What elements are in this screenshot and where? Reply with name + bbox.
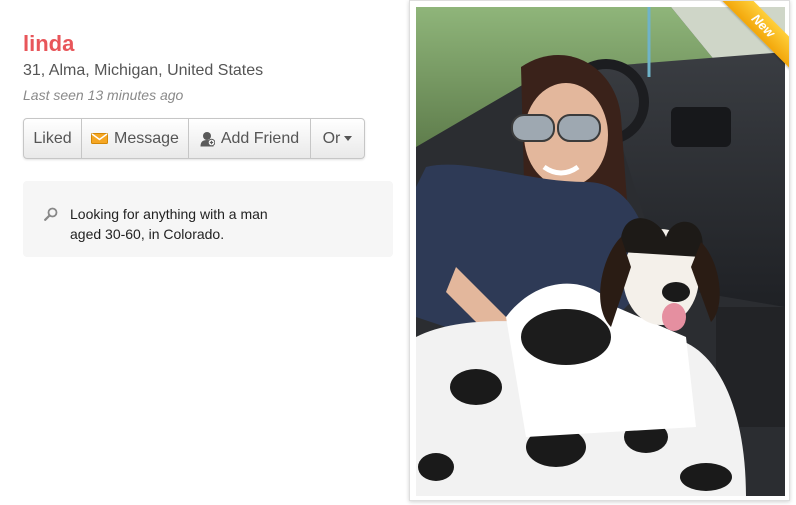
profile-page: linda 31, Alma, Michigan, United States … [0, 0, 796, 505]
profile-name[interactable]: linda [23, 31, 74, 57]
or-button-label: Or [322, 129, 341, 147]
profile-photo[interactable] [416, 7, 785, 496]
looking-for-text: Looking for anything with a man aged 30-… [70, 206, 268, 242]
new-badge: New [719, 1, 789, 71]
or-dropdown-button[interactable]: Or [310, 119, 364, 158]
new-badge-corner: New [719, 1, 789, 71]
search-icon [44, 207, 58, 226]
liked-button[interactable]: Liked [24, 119, 81, 158]
add-friend-button-label: Add Friend [220, 129, 300, 147]
message-button[interactable]: Message [81, 119, 188, 158]
looking-for-box: Looking for anything with a man aged 30-… [23, 181, 393, 257]
profile-actions: Liked Message Add Friend Or [23, 118, 365, 159]
message-button-label: Message [114, 129, 179, 147]
person-add-icon [200, 131, 215, 147]
liked-button-label: Liked [33, 129, 72, 147]
profile-photo-frame[interactable]: New [409, 0, 790, 501]
profile-details: 31, Alma, Michigan, United States [23, 62, 264, 79]
add-friend-button[interactable]: Add Friend [188, 119, 310, 158]
last-seen-text: Last seen 13 minutes ago [23, 87, 184, 103]
caret-down-icon [344, 136, 353, 141]
envelope-icon [91, 132, 109, 145]
